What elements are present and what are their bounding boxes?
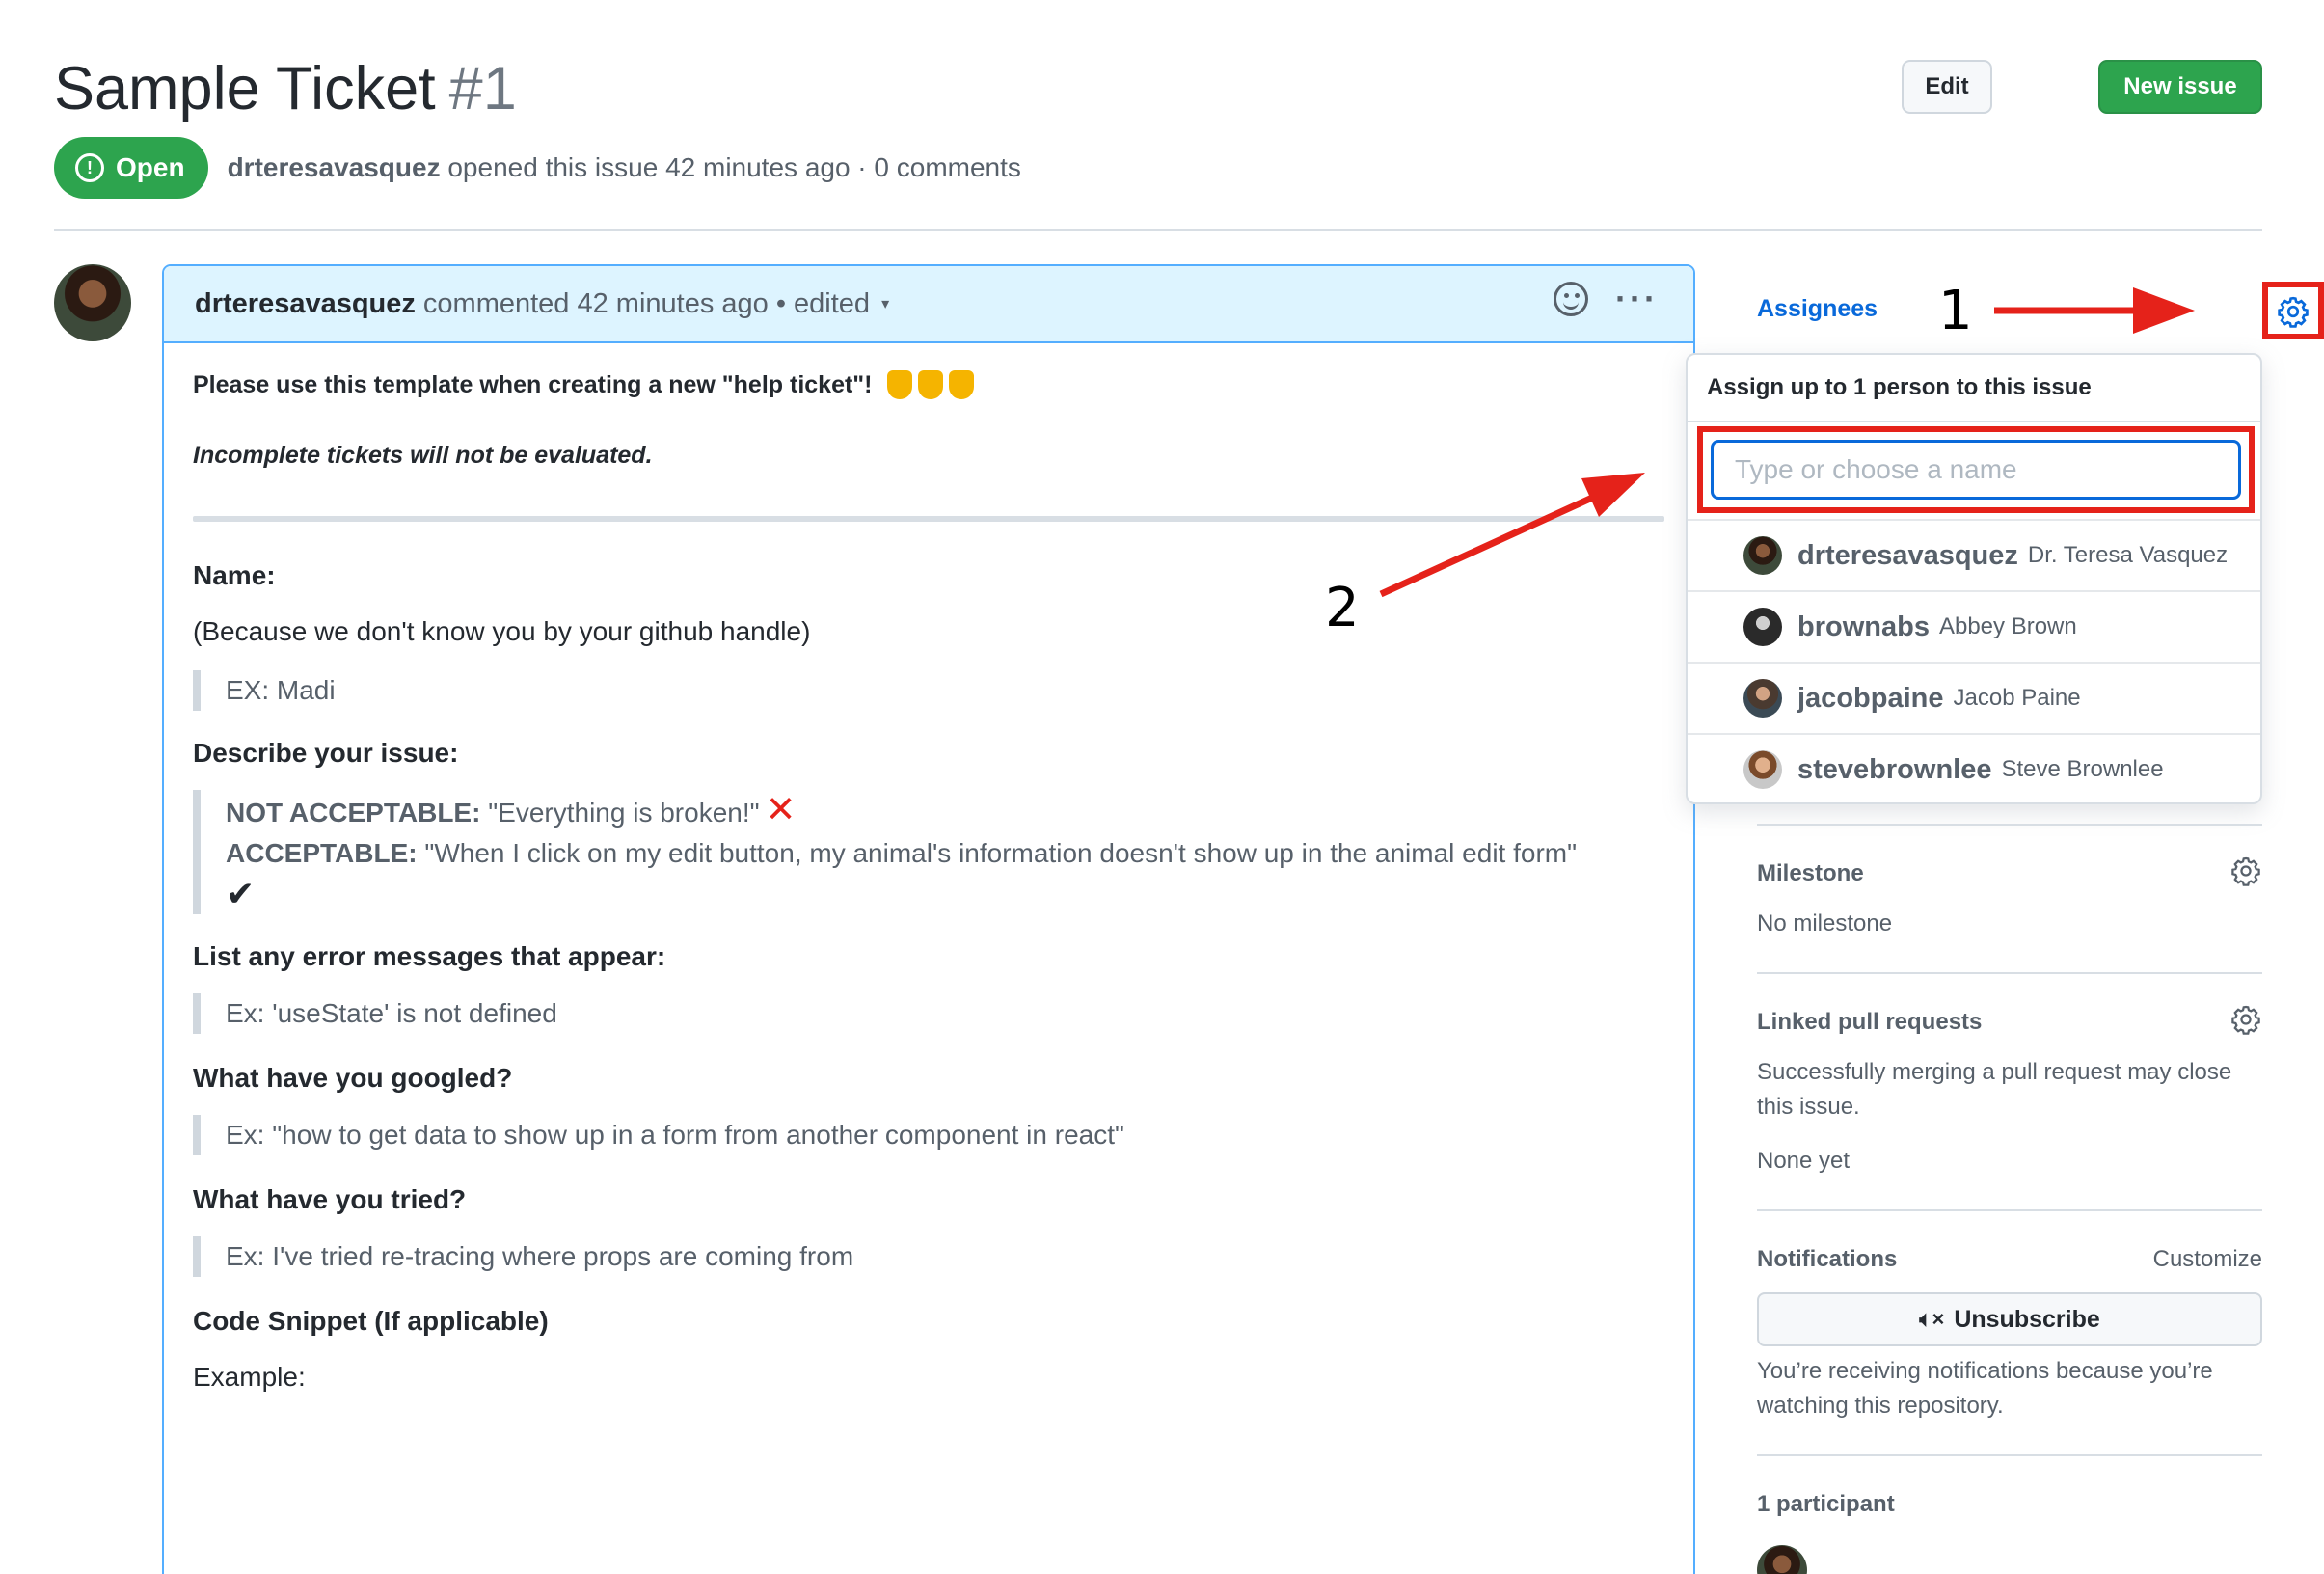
assignee-login: jacobpaine bbox=[1797, 682, 1944, 714]
template-intro-text: Please use this template when creating a… bbox=[193, 370, 873, 398]
avatar bbox=[1743, 750, 1782, 789]
assignee-option[interactable]: jacobpaine Jacob Paine bbox=[1688, 662, 2260, 733]
assignee-option[interactable]: drteresavasquez Dr. Teresa Vasquez bbox=[1688, 519, 2260, 590]
unsubscribe-button[interactable]: 🔈︎× Unsubscribe bbox=[1757, 1292, 2262, 1346]
mute-icon: 🔈︎× bbox=[1919, 1307, 1945, 1331]
comment-header: drteresavasquez commented 42 minutes ago… bbox=[164, 266, 1693, 343]
body-divider bbox=[193, 516, 1664, 522]
assignees-dropdown-header: Assign up to 1 person to this issue bbox=[1688, 355, 2260, 422]
sidebar-divider bbox=[1757, 972, 2262, 974]
linked-pr-value: None yet bbox=[1757, 1148, 1851, 1174]
unsubscribe-label: Unsubscribe bbox=[1954, 1305, 2100, 1333]
linked-pr-label[interactable]: Linked pull requests bbox=[1757, 1009, 1982, 1036]
not-acceptable-label: NOT ACCEPTABLE: bbox=[226, 798, 481, 828]
googled-example: Ex: "how to get data to show up in a for… bbox=[193, 1115, 1664, 1155]
assignee-login: brownabs bbox=[1797, 611, 1930, 642]
avatar[interactable] bbox=[54, 264, 131, 341]
customize-link[interactable]: Customize bbox=[2153, 1246, 2262, 1273]
milestone-label[interactable]: Milestone bbox=[1757, 860, 1864, 887]
assignee-search-input[interactable] bbox=[1711, 440, 2241, 500]
not-acceptable-text: "Everything is broken!" bbox=[488, 798, 760, 828]
name-description: (Because we don't know you by your githu… bbox=[193, 616, 811, 646]
participants-label: 1 participant bbox=[1757, 1491, 1895, 1517]
errors-example: Ex: 'useState' is not defined bbox=[193, 993, 1664, 1034]
checkmark-icon: ✔ bbox=[226, 874, 256, 913]
annotation-step-2: 2 bbox=[1325, 577, 1360, 639]
milestone-value: No milestone bbox=[1757, 910, 1893, 936]
notifications-description: You’re receiving notifications because y… bbox=[1757, 1358, 2213, 1419]
assignee-name: Jacob Paine bbox=[1953, 685, 2081, 711]
comment-meta: commented 42 minutes ago • edited bbox=[422, 287, 871, 319]
annotation-step-1: 1 bbox=[1938, 280, 1973, 342]
issue-examples: NOT ACCEPTABLE: "Everything is broken!" ✕… bbox=[193, 790, 1664, 914]
linked-pr-description: Successfully merging a pull request may … bbox=[1757, 1059, 2232, 1120]
template-intro: Please use this template when creating a… bbox=[193, 366, 1664, 403]
assignee-name: Abbey Brown bbox=[1938, 613, 2077, 639]
issue-number: #1 bbox=[448, 55, 517, 122]
tried-heading: What have you tried? bbox=[193, 1184, 467, 1214]
issue-header: Sample Ticket #1 Edit New issue bbox=[54, 50, 2262, 137]
template-warning: Incomplete tickets will not be evaluated… bbox=[193, 442, 653, 469]
assignee-login: drteresavasquez bbox=[1797, 539, 2018, 571]
snippet-heading: Code Snippet (If applicable) bbox=[193, 1306, 549, 1336]
assignees-dropdown: Assign up to 1 person to this issue drte… bbox=[1686, 353, 2262, 804]
comment-actions: ··· bbox=[1554, 282, 1659, 316]
new-issue-button[interactable]: New issue bbox=[2098, 60, 2262, 114]
notifications-label: Notifications bbox=[1757, 1246, 1898, 1272]
example-label: Example: bbox=[193, 1362, 306, 1392]
avatar bbox=[1743, 608, 1782, 646]
acceptable-line: ACCEPTABLE: "When I click on my edit but… bbox=[226, 833, 1664, 874]
issue-meta-detail: opened this issue 42 minutes ago · 0 com… bbox=[447, 152, 1021, 182]
gear-icon[interactable] bbox=[2276, 294, 2310, 329]
red-x-icon: ✕ bbox=[765, 790, 797, 830]
issue-heading: Describe your issue: bbox=[193, 738, 459, 768]
name-example: EX: Madi bbox=[193, 670, 1664, 711]
issue-comment: drteresavasquez commented 42 minutes ago… bbox=[162, 264, 1695, 1574]
assignee-name: Dr. Teresa Vasquez bbox=[2027, 542, 2229, 568]
filter-input-highlight bbox=[1697, 426, 2255, 513]
issue-meta-text: drteresavasquez opened this issue 42 min… bbox=[228, 152, 1021, 183]
assignee-login: stevebrownlee bbox=[1797, 753, 1992, 785]
tried-example: Ex: I've tried re-tracing where props ar… bbox=[193, 1236, 1664, 1277]
issue-author-link[interactable]: drteresavasquez bbox=[228, 152, 441, 182]
not-acceptable-line: NOT ACCEPTABLE: "Everything is broken!" ✕ bbox=[226, 790, 1664, 833]
header-divider bbox=[54, 229, 2262, 231]
avatar bbox=[1743, 679, 1782, 718]
status-badge-label: Open bbox=[116, 152, 185, 182]
avatar bbox=[1743, 536, 1782, 575]
alert-circle-icon: ! bbox=[75, 153, 104, 182]
assignee-name: Steve Brownlee bbox=[2001, 756, 2164, 782]
kebab-icon[interactable]: ··· bbox=[1615, 282, 1659, 316]
assignees-label[interactable]: Assignees bbox=[1757, 295, 1878, 323]
sidebar-divider bbox=[1757, 824, 2262, 826]
smiley-icon[interactable] bbox=[1554, 282, 1589, 316]
sidebar-divider bbox=[1757, 1454, 2262, 1456]
name-heading: Name: bbox=[193, 560, 276, 590]
gear-icon[interactable] bbox=[2229, 1003, 2262, 1036]
sidebar-divider bbox=[1757, 1209, 2262, 1211]
issue-title-text: Sample Ticket bbox=[54, 55, 436, 122]
assignee-option[interactable]: stevebrownlee Steve Brownlee bbox=[1688, 733, 2260, 802]
issue-meta: ! Open drteresavasquez opened this issue… bbox=[54, 137, 1021, 199]
comment-author-link[interactable]: drteresavasquez bbox=[195, 288, 416, 320]
acceptable-text: "When I click on my edit button, my anim… bbox=[424, 838, 1578, 868]
edit-button[interactable]: Edit bbox=[1902, 60, 1992, 114]
chevron-down-icon[interactable]: ▾ bbox=[881, 294, 889, 313]
acceptable-label: ACCEPTABLE: bbox=[226, 838, 418, 868]
status-badge: ! Open bbox=[54, 137, 208, 199]
comment-body: Please use this template when creating a… bbox=[164, 343, 1693, 1393]
gear-icon[interactable] bbox=[2229, 855, 2262, 887]
assignees-gear-highlight bbox=[2262, 282, 2324, 339]
avatar[interactable] bbox=[1757, 1545, 1807, 1574]
assignee-option[interactable]: brownabs Abbey Brown bbox=[1688, 590, 2260, 662]
pointing-down-emoji bbox=[887, 370, 975, 399]
errors-heading: List any error messages that appear: bbox=[193, 941, 666, 971]
googled-heading: What have you googled? bbox=[193, 1063, 513, 1093]
assignee-list: drteresavasquez Dr. Teresa Vasquez brown… bbox=[1688, 519, 2260, 802]
